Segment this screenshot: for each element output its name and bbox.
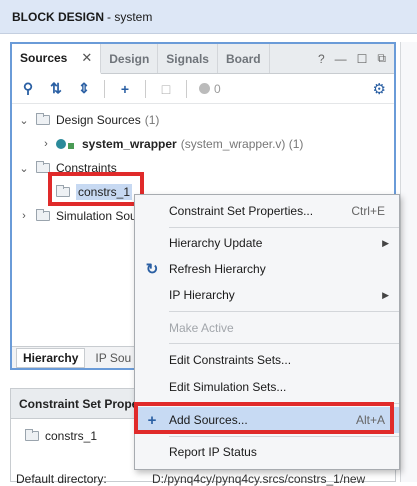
tab-sources[interactable]: Sources ✕ [12,44,102,74]
block-design-icon [56,139,78,149]
chevron-down-icon[interactable]: ⌄ [18,114,30,127]
window-titlebar: BLOCK DESIGN - system [0,0,417,34]
menu-item-refresh-hierarchy[interactable]: ↻ Refresh Hierarchy [135,256,399,282]
folder-icon [25,429,39,441]
collapse-all-icon[interactable]: ⇅ [48,80,64,97]
tab-board[interactable]: Board [218,44,270,73]
menu-divider [169,343,399,344]
tab-ip-sources[interactable]: IP Sou [89,349,137,367]
chevron-down-icon[interactable]: ⌄ [18,162,30,175]
tab-design-label: Design [109,51,150,66]
submenu-arrow-icon: ▶ [382,237,389,248]
chevron-right-icon[interactable]: › [18,210,30,222]
maximize-icon[interactable]: ☐ [357,52,368,66]
expand-all-icon[interactable]: ⇕ [76,80,92,97]
menu-item-label: Edit Constraints Sets... [169,353,292,367]
menu-item-shortcut: Ctrl+E [351,204,385,218]
tree-item-design-sources[interactable]: ⌄ Design Sources (1) [18,110,159,130]
menu-item-label: Report IP Status [169,445,257,459]
folder-icon [36,209,50,221]
toolbar-divider [186,79,187,98]
refresh-icon: ↻ [145,261,159,278]
status-dot-icon [199,83,210,94]
folder-icon [36,113,50,125]
sources-toolbar: ⚲ ⇅ ⇕ + □ 0 ⚙ [12,74,394,104]
menu-item-label: Refresh Hierarchy [169,262,266,276]
menu-item-label: Constraint Set Properties... [169,204,314,218]
menu-item-edit-simulation-sets[interactable]: Edit Simulation Sets... [135,374,399,400]
menu-item-constraint-set-properties[interactable]: Constraint Set Properties... Ctrl+E [135,198,399,224]
menu-item-edit-constraints-sets[interactable]: Edit Constraints Sets... [135,347,399,373]
menu-item-label: Make Active [169,321,234,335]
close-icon[interactable]: ✕ [81,50,92,66]
system-wrapper-detail: (system_wrapper.v) (1) [180,137,304,151]
tab-sources-label: Sources [20,51,68,65]
status-count-value: 0 [214,81,221,96]
default-directory-value: D:/pynq4cy/pynq4cy.srcs/constrs_1/new [152,472,366,486]
menu-item-label: IP Hierarchy [169,288,235,302]
search-icon[interactable]: ⚲ [20,80,36,97]
menu-item-label: Hierarchy Update [169,236,263,250]
system-wrapper-label: system_wrapper [82,137,177,151]
right-side-strip [400,42,417,482]
tab-signals-label: Signals [166,51,209,66]
add-sources-highlight-box [134,402,394,434]
menu-item-label: Edit Simulation Sets... [169,380,287,394]
menu-divider [169,436,399,437]
add-sources-icon[interactable]: + [117,81,133,97]
menu-item-make-active[interactable]: Make Active [135,315,399,341]
help-icon[interactable]: ? [318,52,325,66]
gear-icon[interactable]: ⚙ [373,80,386,98]
default-directory-label: Default directory: [16,472,107,486]
tab-hierarchy[interactable]: Hierarchy [16,347,86,368]
toolbar-divider [145,79,146,98]
menu-item-ip-hierarchy[interactable]: IP Hierarchy ▶ [135,282,399,308]
submenu-arrow-icon: ▶ [382,289,389,300]
panel-window-tools: ? — ☐ ⧉ [318,44,394,73]
menu-divider [169,311,399,312]
window-title-main: BLOCK DESIGN [12,9,105,24]
design-sources-count: (1) [144,113,160,127]
tab-design[interactable]: Design [101,44,159,73]
tree-item-system-wrapper[interactable]: › system_wrapper (system_wrapper.v) (1) [40,134,303,154]
design-sources-label: Design Sources [56,113,141,127]
constrs-1-highlight-box [48,172,144,206]
tab-signals[interactable]: Signals [158,44,218,73]
float-icon[interactable]: ⧉ [377,51,386,66]
menu-item-report-ip-status[interactable]: Report IP Status [135,439,399,465]
tree-item-simulation-sources[interactable]: › Simulation Sou [18,206,137,226]
chevron-right-icon[interactable]: › [40,138,52,150]
sources-panel-tabs: Sources ✕ Design Signals Board ? — ☐ ⧉ [12,44,394,74]
simulation-sources-label: Simulation Sou [56,209,137,223]
minimize-icon[interactable]: — [335,52,347,66]
properties-item: constrs_1 [19,429,97,443]
status-count: 0 [199,82,221,96]
toolbar-divider [104,79,105,98]
unknown-file-icon[interactable]: □ [158,81,174,97]
properties-item-label: constrs_1 [45,429,98,443]
window-title-sub: - system [107,9,153,24]
menu-item-hierarchy-update[interactable]: Hierarchy Update ▶ [135,230,399,256]
menu-divider [169,227,399,228]
tab-board-label: Board [225,51,261,66]
